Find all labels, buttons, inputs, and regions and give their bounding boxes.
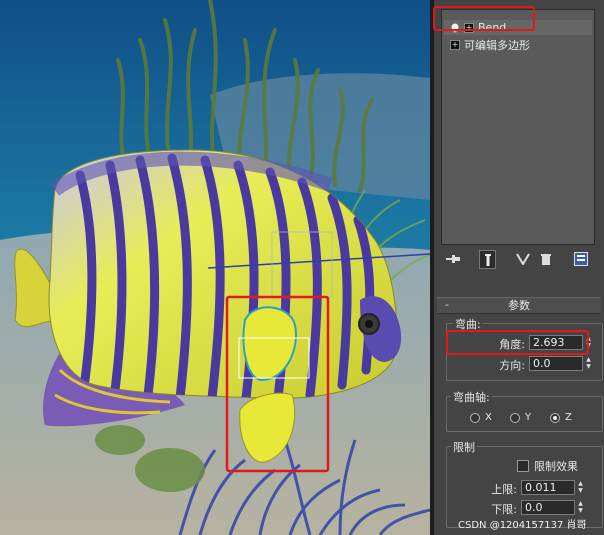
radio-dot[interactable] — [510, 412, 520, 423]
upper-limit-input[interactable]: 0.011 — [521, 480, 575, 495]
stack-item-label: 可编辑多边形 — [464, 38, 530, 52]
stack-item-editable-poly[interactable]: + 可编辑多边形 — [444, 37, 592, 52]
upper-limit-arrows[interactable]: ▲ ▼ — [576, 480, 585, 495]
upper-limit-label: 上限: — [491, 483, 517, 496]
radio-dot[interactable] — [550, 412, 560, 423]
direction-label: 方向: — [499, 359, 525, 372]
upper-limit-spinner[interactable]: 0.011 ▲ ▼ — [521, 480, 585, 495]
make-unique-icon[interactable] — [515, 251, 531, 267]
axis-z-label: Z — [565, 412, 572, 423]
limit-effect-label: 限制效果 — [534, 460, 578, 473]
angle-spinner[interactable]: 2.693 ▲ ▼ — [529, 335, 593, 350]
bend-axis-title: 弯曲轴: — [451, 389, 492, 405]
stack-item-bend[interactable]: + Bend — [444, 20, 592, 35]
bend-group: 弯曲: 角度: 2.693 ▲ ▼ 方向: 0.0 ▲ ▼ — [446, 316, 603, 381]
stack-item-label: Bend — [478, 21, 507, 34]
axis-z-radio[interactable]: Z — [550, 412, 572, 423]
expand-icon[interactable]: + — [450, 39, 460, 50]
direction-input[interactable]: 0.0 — [529, 356, 583, 371]
lightbulb-icon[interactable] — [450, 23, 460, 33]
axis-x-radio[interactable]: X — [470, 412, 492, 423]
lower-limit-arrows[interactable]: ▲ ▼ — [576, 500, 585, 515]
lower-limit-label: 下限: — [491, 503, 517, 516]
configure-sets-icon[interactable] — [573, 251, 589, 267]
remove-modifier-icon[interactable] — [538, 251, 554, 267]
lower-limit-spinner[interactable]: 0.0 ▲ ▼ — [521, 500, 585, 515]
axis-y-label: Y — [525, 412, 532, 423]
pin-stack-icon[interactable] — [445, 251, 461, 267]
axis-y-radio[interactable]: Y — [510, 412, 531, 423]
axis-x-label: X — [485, 412, 492, 423]
direction-spinner-arrows[interactable]: ▲ ▼ — [584, 356, 593, 371]
angle-label: 角度: — [499, 338, 525, 351]
expand-icon[interactable]: + — [464, 22, 474, 33]
show-end-result-icon[interactable] — [479, 250, 496, 269]
bend-group-title: 弯曲: — [453, 316, 483, 332]
panel-divider — [430, 0, 434, 535]
checkbox-box[interactable] — [517, 460, 529, 472]
viewport-3d[interactable] — [0, 0, 430, 535]
stack-toolbar — [441, 249, 593, 271]
modifier-stack-list[interactable]: + Bend + 可编辑多边形 — [441, 9, 595, 245]
bend-axis-group: 弯曲轴: X Y Z — [446, 389, 603, 432]
angle-input[interactable]: 2.693 — [529, 335, 583, 350]
watermark: CSDN @1204157137 肖哥 — [458, 520, 587, 531]
direction-spinner[interactable]: 0.0 ▲ ▼ — [529, 356, 593, 371]
angle-spinner-arrows[interactable]: ▲ ▼ — [584, 335, 593, 350]
rollout-title: 参数 — [508, 299, 530, 312]
scene-render — [0, 0, 430, 535]
command-panel: + Bend + 可编辑多边形 - 参数 弯曲: 角度: 2.693 ▲ ▼ 方… — [430, 0, 604, 535]
parameters-rollout-header[interactable]: - 参数 — [437, 297, 601, 314]
limits-title: 限制 — [451, 439, 477, 455]
limit-effect-checkbox[interactable]: 限制效果 — [517, 458, 578, 474]
radio-dot[interactable] — [470, 412, 480, 423]
lower-limit-input[interactable]: 0.0 — [521, 500, 575, 515]
